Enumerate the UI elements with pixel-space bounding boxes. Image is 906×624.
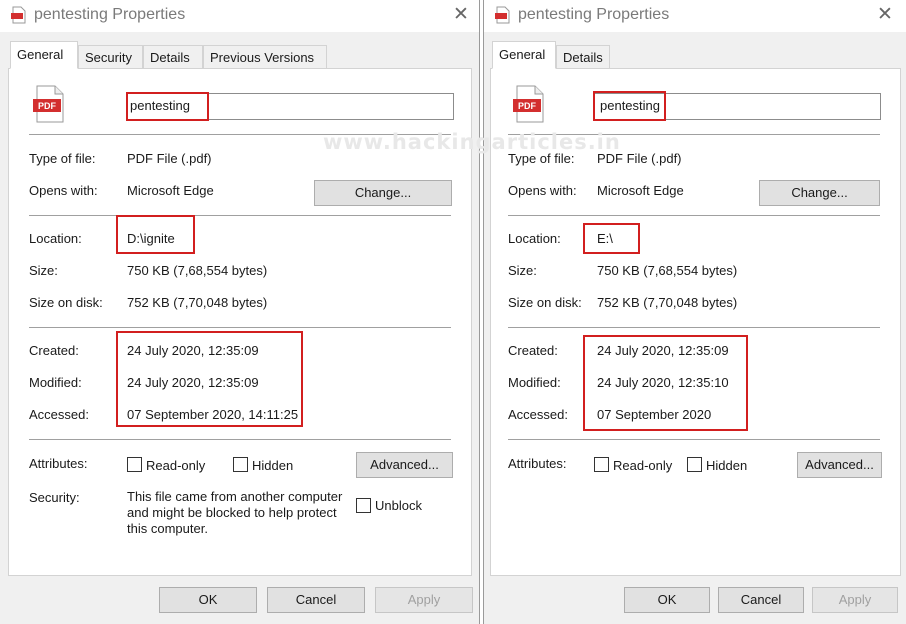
separator: [508, 439, 880, 440]
ok-button[interactable]: OK: [624, 587, 710, 613]
opens-with-value: Microsoft Edge: [597, 183, 684, 198]
watermark: www.hackingarticles.in: [323, 130, 621, 154]
read-only-label: Read-only: [146, 458, 206, 473]
type-value: PDF File (.pdf): [127, 151, 212, 166]
attributes-label: Attributes:: [508, 456, 567, 471]
tab-details[interactable]: Details: [556, 45, 610, 68]
title-bar: pentesting Properties ✕: [0, 0, 479, 32]
title-bar: pentesting Properties ✕: [484, 0, 906, 32]
cancel-button[interactable]: Cancel: [267, 587, 365, 613]
advanced-button[interactable]: Advanced...: [356, 452, 453, 478]
modified-label: Modified:: [508, 375, 561, 390]
window-title: pentesting Properties: [518, 6, 670, 23]
highlight-box-location: [116, 215, 195, 254]
highlight-box-dates: [116, 331, 303, 427]
size-on-disk-label: Size on disk:: [29, 295, 103, 310]
hidden-label: Hidden: [252, 458, 294, 473]
highlight-box-name: [593, 91, 666, 121]
attributes-label: Attributes:: [29, 456, 88, 471]
highlight-box-name: [126, 92, 209, 121]
read-only-label: Read-only: [613, 458, 673, 473]
separator: [29, 439, 451, 440]
tab-general[interactable]: General: [492, 41, 556, 69]
properties-dialog-right: pentesting Properties ✕ General Details …: [483, 0, 906, 624]
read-only-checkbox[interactable]: [594, 457, 609, 472]
pdf-document-icon: PDF: [33, 85, 64, 123]
pdf-document-icon: PDF: [513, 85, 544, 123]
highlight-box-dates: [583, 335, 748, 431]
tab-security[interactable]: Security: [78, 45, 143, 68]
change-button[interactable]: Change...: [759, 180, 880, 206]
properties-dialog-left: pentesting Properties ✕ General Security…: [0, 0, 480, 624]
svg-text:PDF: PDF: [38, 101, 57, 111]
hidden-checkbox[interactable]: [687, 457, 702, 472]
separator: [508, 327, 880, 328]
apply-button[interactable]: Apply: [375, 587, 473, 613]
separator: [29, 327, 451, 328]
apply-button[interactable]: Apply: [812, 587, 898, 613]
highlight-box-location: [583, 223, 640, 254]
ok-button[interactable]: OK: [159, 587, 257, 613]
window-title: pentesting Properties: [34, 6, 186, 23]
pdf-file-icon: [495, 6, 510, 24]
close-icon[interactable]: ✕: [453, 3, 469, 25]
tab-previous-versions[interactable]: Previous Versions: [203, 45, 327, 68]
security-message: This file came from another computer and…: [127, 489, 343, 536]
type-label: Type of file:: [29, 151, 96, 166]
size-value: 750 KB (7,68,554 bytes): [127, 263, 268, 278]
security-label: Security:: [29, 490, 80, 505]
opens-with-value: Microsoft Edge: [127, 183, 214, 198]
advanced-button[interactable]: Advanced...: [797, 452, 882, 478]
read-only-checkbox[interactable]: [127, 457, 142, 472]
opens-with-label: Opens with:: [508, 183, 577, 198]
change-button[interactable]: Change...: [314, 180, 452, 206]
location-label: Location:: [29, 231, 82, 246]
modified-label: Modified:: [29, 375, 82, 390]
hidden-label: Hidden: [706, 458, 748, 473]
unblock-label: Unblock: [375, 498, 422, 513]
tab-details[interactable]: Details: [143, 45, 203, 68]
size-on-disk-label: Size on disk:: [508, 295, 582, 310]
hidden-checkbox[interactable]: [233, 457, 248, 472]
size-label: Size:: [508, 263, 537, 278]
created-label: Created:: [29, 343, 79, 358]
created-label: Created:: [508, 343, 558, 358]
opens-with-label: Opens with:: [29, 183, 98, 198]
accessed-label: Accessed:: [29, 407, 89, 422]
separator: [29, 215, 451, 216]
size-value: 750 KB (7,68,554 bytes): [597, 263, 738, 278]
pdf-file-icon: [11, 6, 26, 24]
size-label: Size:: [29, 263, 58, 278]
close-icon[interactable]: ✕: [877, 3, 893, 25]
accessed-label: Accessed:: [508, 407, 568, 422]
unblock-checkbox[interactable]: [356, 498, 371, 513]
size-on-disk-value: 752 KB (7,70,048 bytes): [597, 295, 738, 310]
location-label: Location:: [508, 231, 561, 246]
size-on-disk-value: 752 KB (7,70,048 bytes): [127, 295, 268, 310]
tab-general[interactable]: General: [10, 41, 78, 69]
cancel-button[interactable]: Cancel: [718, 587, 804, 613]
svg-text:PDF: PDF: [518, 101, 537, 111]
separator: [508, 215, 880, 216]
